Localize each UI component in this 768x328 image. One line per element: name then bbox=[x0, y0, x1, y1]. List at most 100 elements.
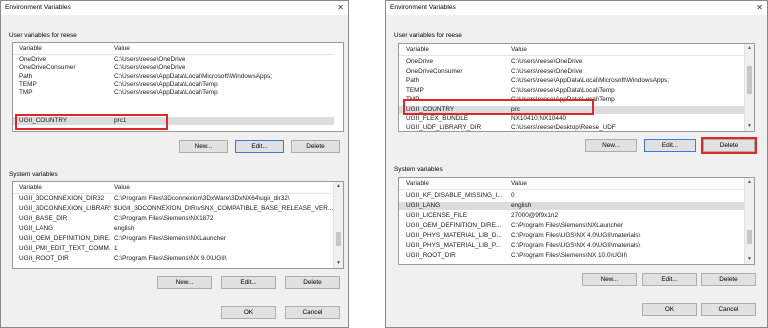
list-item-selected[interactable]: UGII_COUNTRY prc bbox=[399, 105, 745, 114]
var-value: NX10410;NX10440 bbox=[511, 115, 567, 122]
cancel-button[interactable]: Cancel bbox=[701, 303, 756, 316]
var-name: UGII_PMI_EDIT_TEXT_COMM... bbox=[19, 245, 111, 252]
list-item[interactable]: UGII_FLEX_BUNDLE NX10410;NX10440 bbox=[399, 115, 745, 123]
user-new-button[interactable]: New... bbox=[585, 139, 637, 152]
scroll-up-icon[interactable]: ▲ bbox=[745, 178, 754, 187]
dialog-title: Environment Variables bbox=[1, 1, 348, 15]
user-edit-button[interactable]: Edit... bbox=[235, 140, 284, 153]
list-item[interactable]: UGII_ROOT_DIR C:\Program Files\Siemens\N… bbox=[399, 252, 745, 260]
list-item[interactable]: UGII_LICENSE_FILE 27000@9f9x1n2 bbox=[399, 212, 745, 220]
vertical-scrollbar[interactable]: ▲ ▼ bbox=[744, 178, 754, 264]
var-value: C:\Program Files\Siemens\NX 9.0\UGII\ bbox=[114, 255, 227, 262]
var-name: OneDrive bbox=[19, 56, 46, 63]
system-edit-button[interactable]: Edit... bbox=[221, 276, 276, 289]
list-item[interactable]: UGII_3DCONNEXION_DIR32 C:\Program Files\… bbox=[13, 195, 334, 203]
list-item[interactable]: UGII_PMI_EDIT_TEXT_COMM... 1 bbox=[13, 245, 334, 253]
var-value: prc bbox=[511, 105, 520, 113]
list-item[interactable]: TEMP C:\Users\reese\AppData\Local\Temp bbox=[13, 81, 334, 89]
cancel-button[interactable]: Cancel bbox=[285, 306, 340, 319]
column-variable[interactable]: Variable bbox=[19, 182, 42, 193]
column-value[interactable]: Value bbox=[511, 178, 527, 189]
var-value: 27000@9f9x1n2 bbox=[511, 212, 558, 219]
list-item[interactable]: OneDriveConsumer C:\Users\reese\OneDrive bbox=[13, 64, 334, 72]
var-value: C:\Users\reese\Desktop\Reese_UDF bbox=[511, 124, 616, 131]
var-value: C:\Users\reese\OneDrive bbox=[511, 67, 583, 75]
scroll-down-icon[interactable]: ▼ bbox=[745, 122, 754, 131]
column-variable[interactable]: Variable bbox=[406, 44, 429, 55]
system-vars-group-label: System variables bbox=[9, 171, 58, 178]
ok-button[interactable]: OK bbox=[221, 306, 276, 319]
var-value: C:\Users\reese\AppData\Local\Microsoft\W… bbox=[511, 77, 670, 84]
list-item[interactable]: Path C:\Users\reese\AppData\Local\Micros… bbox=[399, 77, 745, 85]
list-item[interactable]: UGII_KF_DISABLE_MISSING_I... 0 bbox=[399, 192, 745, 200]
var-value: C:\Program Files\Siemens\NXLauncher bbox=[511, 222, 623, 229]
user-edit-button[interactable]: Edit... bbox=[644, 139, 696, 152]
scroll-down-icon[interactable]: ▼ bbox=[334, 259, 343, 268]
list-item[interactable]: OneDrive C:\Users\reese\OneDrive bbox=[13, 56, 334, 64]
ok-button[interactable]: OK bbox=[642, 303, 697, 316]
var-name: Path bbox=[19, 72, 33, 80]
list-item[interactable]: UGII_ROOT_DIR C:\Program Files\Siemens\N… bbox=[13, 255, 334, 263]
system-delete-button[interactable]: Delete bbox=[701, 273, 756, 286]
list-item[interactable]: TEMP C:\Users\reese\AppData\Local\Temp bbox=[399, 87, 745, 95]
var-name: TMP bbox=[406, 96, 420, 103]
list-item[interactable]: OneDrive C:\Users\reese\OneDrive bbox=[399, 58, 745, 66]
list-item[interactable]: Path C:\Users\reese\AppData\Local\Micros… bbox=[13, 73, 334, 81]
scrollbar-thumb[interactable] bbox=[747, 230, 752, 244]
system-new-button[interactable]: New... bbox=[157, 276, 212, 289]
list-item-selected[interactable]: UGII_LANG english bbox=[399, 202, 745, 211]
var-value: 1 bbox=[114, 245, 118, 252]
list-item[interactable]: OneDriveConsumer C:\Users\reese\OneDrive bbox=[399, 68, 745, 76]
list-item[interactable]: TMP C:\Users\reese\AppData\Local\Temp bbox=[13, 89, 334, 97]
scroll-down-icon[interactable]: ▼ bbox=[745, 255, 754, 264]
var-value: C:\Program Files\UGS\NX 4.0\UGII\materia… bbox=[511, 242, 641, 249]
user-delete-button[interactable]: Delete bbox=[291, 140, 340, 153]
column-value[interactable]: Value bbox=[511, 44, 527, 55]
var-value: english bbox=[114, 225, 135, 232]
var-name: Path bbox=[406, 77, 420, 84]
system-new-button[interactable]: New... bbox=[582, 273, 637, 286]
scroll-up-icon[interactable]: ▲ bbox=[745, 44, 754, 53]
list-item[interactable]: UGII_3DCONNEXION_LIBRARY $UGII_3DCONNEXI… bbox=[13, 205, 334, 213]
var-name: UGII_3DCONNEXION_LIBRARY bbox=[19, 205, 111, 212]
list-item-selected[interactable]: UGII_COUNTRY prc1 bbox=[13, 117, 334, 126]
user-vars-list[interactable]: Variable Value OneDrive C:\Users\reese\O… bbox=[12, 42, 344, 132]
column-variable[interactable]: Variable bbox=[19, 43, 42, 54]
user-vars-group-label: User variables for reese bbox=[9, 32, 77, 39]
var-value: C:\Program Files\3Dconnexion\3DxWare\3Dx… bbox=[114, 195, 290, 202]
close-icon[interactable]: ✕ bbox=[756, 1, 763, 15]
var-value: C:\Users\reese\AppData\Local\Temp bbox=[511, 96, 615, 103]
list-item[interactable]: UGII_BASE_DIR C:\Program Files\Siemens\N… bbox=[13, 215, 334, 223]
system-vars-list[interactable]: Variable Value UGII_KF_DISABLE_MISSING_I… bbox=[398, 177, 755, 265]
list-item[interactable]: UGII_UDF_LIBRARY_DIR C:\Users\reese\Desk… bbox=[399, 124, 745, 131]
system-edit-button[interactable]: Edit... bbox=[642, 273, 697, 286]
column-value[interactable]: Value bbox=[114, 43, 130, 54]
close-icon[interactable]: ✕ bbox=[337, 1, 344, 15]
column-value[interactable]: Value bbox=[114, 182, 130, 193]
var-name: UGII_ROOT_DIR bbox=[19, 255, 69, 262]
system-vars-list[interactable]: Variable Value UGII_3DCONNEXION_DIR32 C:… bbox=[12, 181, 344, 269]
list-item[interactable]: UGII_LANG english bbox=[13, 225, 334, 233]
list-header: Variable Value bbox=[399, 178, 745, 190]
var-name: UGII_3DCONNEXION_DIR32 bbox=[19, 195, 105, 202]
var-name: UGII_LANG bbox=[19, 225, 54, 232]
column-variable[interactable]: Variable bbox=[406, 178, 429, 189]
list-item[interactable]: UGII_OEM_DEFINITION_DIRE... C:\Program F… bbox=[399, 222, 745, 230]
dialog-title: Environment Variables bbox=[386, 1, 767, 15]
user-delete-button[interactable]: Delete bbox=[703, 139, 755, 152]
list-item[interactable]: UGII_OEM_DEFINITION_DIRE... C:\Program F… bbox=[13, 235, 334, 243]
vertical-scrollbar[interactable]: ▲ ▼ bbox=[333, 182, 343, 268]
vertical-scrollbar[interactable]: ▲ ▼ bbox=[744, 44, 754, 131]
system-delete-button[interactable]: Delete bbox=[285, 276, 340, 289]
var-value: $UGII_3DCONNEXION_DIR\vSNX_COMPATIBLE_BA… bbox=[114, 205, 334, 212]
list-item[interactable]: TMP C:\Users\reese\AppData\Local\Temp bbox=[399, 96, 745, 104]
scrollbar-thumb[interactable] bbox=[747, 66, 752, 94]
scroll-up-icon[interactable]: ▲ bbox=[334, 182, 343, 191]
user-vars-list[interactable]: Variable Value OneDrive C:\Users\reese\O… bbox=[398, 43, 755, 132]
scrollbar-thumb[interactable] bbox=[336, 232, 341, 246]
list-item[interactable]: UGII_PHYS_MATERIAL_LIB_P... C:\Program F… bbox=[399, 242, 745, 250]
list-item[interactable]: UGII_PHYS_MATERIAL_LIB_D... C:\Program F… bbox=[399, 232, 745, 240]
var-name: OneDriveConsumer bbox=[19, 64, 76, 72]
var-name: UGII_KF_DISABLE_MISSING_I... bbox=[406, 192, 503, 199]
user-new-button[interactable]: New... bbox=[179, 140, 228, 153]
